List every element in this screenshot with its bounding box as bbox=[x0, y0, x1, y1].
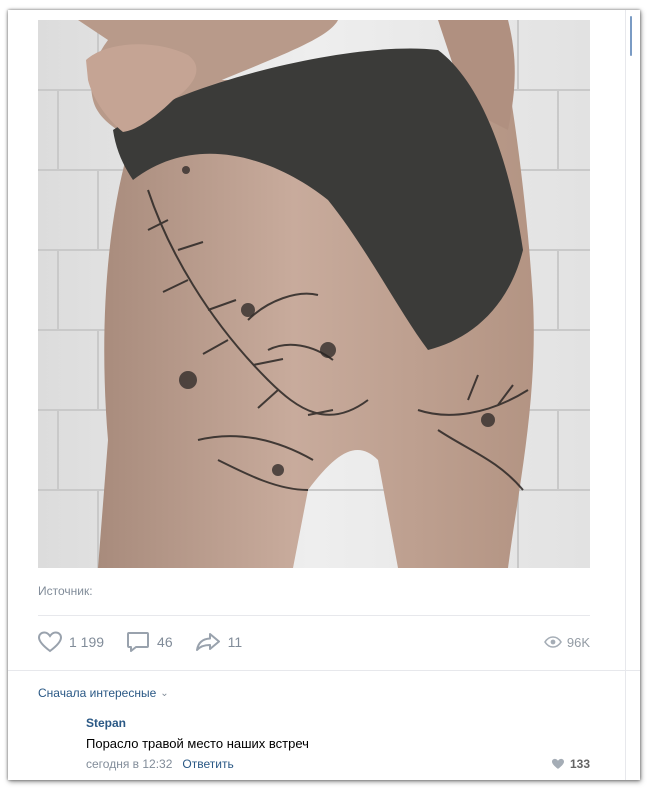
comment-like-button[interactable]: 133 bbox=[551, 757, 590, 771]
like-count: 1 199 bbox=[69, 634, 105, 650]
comment-item: Stepan Порасло травой место наших встреч… bbox=[86, 716, 590, 771]
comment-author[interactable]: Stepan bbox=[86, 716, 590, 730]
share-count: 11 bbox=[227, 634, 243, 650]
comment-text: Порасло травой место наших встреч bbox=[86, 736, 309, 751]
sort-label: Сначала интересные bbox=[38, 686, 157, 700]
scrollbar-track bbox=[625, 10, 626, 780]
reply-button[interactable]: Ответить bbox=[182, 757, 233, 771]
views-count: 96K bbox=[566, 634, 590, 650]
source-label: Источник: bbox=[38, 584, 93, 598]
heart-icon bbox=[551, 758, 564, 769]
comment-time[interactable]: сегодня в 12:32 bbox=[86, 757, 172, 771]
chevron-down-icon: ⌄ bbox=[160, 687, 169, 699]
divider bbox=[8, 670, 640, 671]
divider bbox=[38, 615, 590, 616]
comment-button[interactable]: 46 bbox=[126, 631, 173, 653]
views-counter: 96K bbox=[543, 634, 590, 650]
comment-count: 46 bbox=[157, 634, 173, 650]
post-actions: 1 199 46 11 96K bbox=[38, 630, 590, 654]
share-icon bbox=[195, 633, 220, 651]
share-button[interactable]: 11 bbox=[195, 631, 243, 653]
comment-like-count: 133 bbox=[569, 757, 590, 771]
eye-icon bbox=[543, 636, 562, 648]
scrollbar[interactable] bbox=[630, 16, 632, 56]
comment-icon bbox=[127, 632, 150, 652]
comment-meta: сегодня в 12:32 Ответить 133 bbox=[86, 757, 590, 771]
comment-sort-dropdown[interactable]: Сначала интересные ⌄ bbox=[38, 686, 169, 700]
like-button[interactable]: 1 199 bbox=[38, 631, 104, 653]
heart-icon bbox=[38, 631, 62, 653]
post-card: Источник: 1 199 46 11 96K Сначала интере… bbox=[8, 10, 640, 780]
post-photo[interactable] bbox=[38, 20, 590, 568]
